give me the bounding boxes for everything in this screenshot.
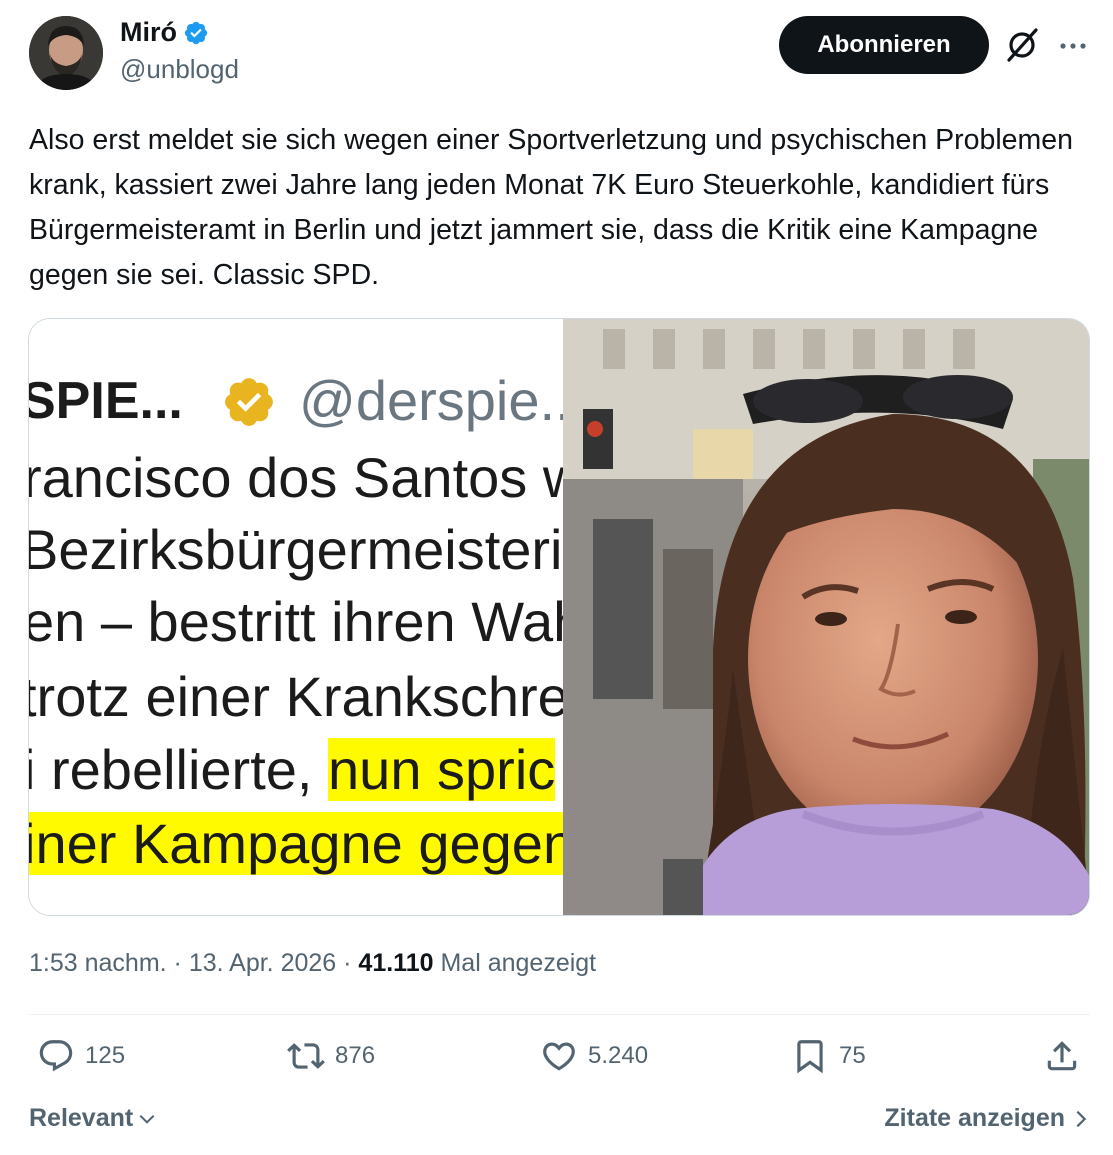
author-handle[interactable]: @unblogd — [120, 54, 239, 85]
portrait-photo-image — [563, 319, 1089, 915]
bookmark-button[interactable]: 75 — [791, 1037, 866, 1075]
screenshot-source-name: SPIE... — [29, 372, 183, 430]
views-label: Mal angezeigt — [440, 949, 597, 977]
screenshot-line-text: i rebellierte, — [29, 738, 329, 801]
author-display-name[interactable]: Miró — [120, 17, 177, 48]
repost-button[interactable]: 876 — [287, 1037, 375, 1075]
repost-icon — [287, 1043, 325, 1069]
screenshot-highlight: nun spric — [328, 738, 556, 801]
repost-count: 876 — [335, 1042, 376, 1069]
like-button[interactable]: 5.240 — [540, 1037, 648, 1075]
meta-separator: · — [173, 949, 189, 977]
screenshot-line: Bezirksbürgermeisteri — [29, 518, 563, 581]
bookmark-icon — [797, 1040, 823, 1074]
view-quotes-link[interactable]: Zitate anzeigen — [884, 1104, 1089, 1133]
chevron-down-icon — [139, 1114, 155, 1124]
screenshot-line: iner Kampagne gegen — [29, 809, 563, 879]
screenshot-line: en – bestritt ihren Wah — [29, 590, 563, 653]
action-bar: 125 876 5.240 75 — [29, 1037, 1090, 1087]
sort-label: Relevant — [29, 1104, 134, 1132]
tweet-time[interactable]: 1:53 nachm. — [29, 949, 167, 977]
subscribe-button[interactable]: Abonnieren — [779, 16, 989, 74]
tweet-meta: 1:53 nachm. · 13. Apr. 2026 · 41.110 Mal… — [29, 949, 596, 978]
screenshot-highlight-line: iner Kampagne gegen — [29, 812, 563, 875]
divider — [29, 1014, 1090, 1015]
screenshot-source-handle: @derspie... — [299, 369, 563, 432]
tweet-media[interactable]: SPIE... @derspie... rancisco dos Santos … — [28, 318, 1090, 916]
media-photo[interactable] — [563, 319, 1089, 915]
screenshot-line-with-highlight: i rebellierte, nun spric — [29, 735, 556, 805]
verified-badge-icon[interactable] — [183, 20, 209, 46]
like-count: 5.240 — [588, 1042, 649, 1069]
reply-button[interactable]: 125 — [37, 1037, 125, 1075]
author-name-row[interactable]: Miró — [120, 17, 209, 48]
meta-separator: · — [343, 949, 359, 977]
screenshot-line: rancisco dos Santos w — [29, 446, 563, 509]
screenshot-verified-icon — [221, 374, 277, 430]
grok-icon[interactable] — [1003, 26, 1041, 64]
screenshot-line: trotz einer Krankschre — [29, 665, 563, 728]
more-icon[interactable] — [1058, 31, 1088, 61]
share-icon — [1047, 1041, 1077, 1071]
reply-icon — [39, 1040, 73, 1072]
media-news-screenshot[interactable]: SPIE... @derspie... rancisco dos Santos … — [29, 319, 563, 915]
bookmark-count: 75 — [839, 1042, 866, 1069]
reply-count: 125 — [85, 1042, 126, 1069]
share-button[interactable] — [1043, 1037, 1081, 1075]
avatar[interactable] — [29, 16, 103, 90]
tweet-text: Also erst meldet sie sich wegen einer Sp… — [29, 124, 1073, 291]
view-quotes-label: Zitate anzeigen — [884, 1104, 1065, 1132]
tweet-date[interactable]: 13. Apr. 2026 — [189, 949, 336, 977]
views-count: 41.110 — [358, 949, 434, 977]
heart-icon — [543, 1042, 575, 1071]
sort-dropdown[interactable]: Relevant — [29, 1104, 157, 1133]
chevron-right-icon — [1076, 1110, 1087, 1127]
